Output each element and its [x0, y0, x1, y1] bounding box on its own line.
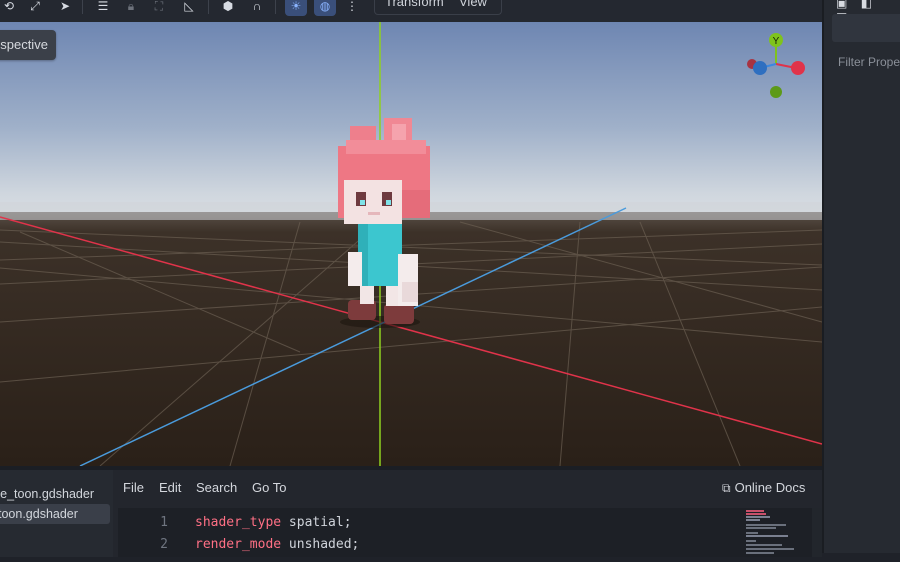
online-docs-label: Online Docs [734, 480, 806, 495]
file-item[interactable]: cube_toon.gdshader [0, 484, 110, 504]
menu-edit[interactable]: Edit [159, 480, 181, 495]
viewport-scene: Y [0, 22, 822, 466]
online-docs-link[interactable]: ⧉ Online Docs [722, 480, 805, 496]
filter-properties-input[interactable]: Filter Properties [838, 55, 900, 69]
shader-editor-panel: cube_toon.gdshader toon.gdshader File Ed… [0, 466, 822, 557]
menu-search[interactable]: Search [196, 480, 237, 495]
gizmo-y-label: Y [773, 36, 780, 47]
rotate-icon[interactable]: ⟲ [0, 0, 18, 14]
code-line: 1 shader_type spatial; [118, 512, 352, 534]
toolbar-separator [275, 0, 276, 14]
select-pointer-icon[interactable]: ➤ [56, 0, 74, 14]
gizmo-z-handle[interactable] [753, 61, 767, 75]
viewport-toolbar: ⟲ ⤢ ➤ ☰ 🔒︎ ⛶ ◺ ⬢ ∩ ☀ ◍ ⋮ Transform View [0, 0, 822, 22]
open-resource-icon[interactable]: ◧ [861, 0, 872, 10]
external-link-icon: ⧉ [722, 481, 731, 495]
code-keyword: render_mode [195, 537, 282, 552]
menu-transform[interactable]: Transform [385, 0, 444, 9]
line-number: 1 [160, 515, 168, 530]
cube-icon[interactable]: ⬢ [219, 0, 237, 14]
inspector-dock: ▣ ◧ ▤ Filter Properties [822, 0, 900, 553]
minimap-lines [746, 510, 794, 554]
group-icon[interactable]: ⛶ [150, 0, 168, 14]
menu-go-to[interactable]: Go To [252, 480, 286, 495]
file-item-label: cube_toon.gdshader [0, 487, 94, 501]
code-editor[interactable]: 1 shader_type spatial; 2 render_mode unsha… [118, 508, 812, 557]
shader-menu-bar: File Edit Search Go To ⧉ Online Docs [113, 470, 822, 504]
code-value: spatial; [288, 515, 352, 530]
toolbar-separator [208, 0, 209, 14]
lock-icon[interactable]: 🔒︎ [122, 0, 140, 14]
code-scrollbar[interactable] [812, 508, 822, 557]
menu-view[interactable]: View [459, 0, 487, 9]
move-icon[interactable]: ⤢ [26, 0, 44, 14]
perspective-button[interactable]: Perspective [0, 30, 56, 60]
sun-icon: ☀ [290, 0, 302, 13]
perspective-label: Perspective [0, 37, 48, 52]
3d-viewport[interactable]: Y Perspective [0, 22, 822, 466]
gizmo-x-handle[interactable] [791, 61, 805, 75]
code-value: unshaded; [288, 537, 360, 552]
inspector-search-box[interactable] [832, 14, 900, 42]
file-item-selected[interactable]: toon.gdshader [0, 504, 110, 524]
new-resource-icon[interactable]: ▣ [836, 0, 847, 10]
toolbar-separator [82, 0, 83, 14]
shader-file-list: cube_toon.gdshader toon.gdshader [0, 470, 113, 557]
menu-file[interactable]: File [123, 480, 144, 495]
code-minimap[interactable] [742, 508, 810, 557]
gizmo-neg-y-handle[interactable] [770, 86, 782, 98]
ruler-icon[interactable]: ◺ [180, 0, 198, 14]
globe-icon: ◍ [319, 0, 331, 13]
more-icon[interactable]: ⋮ [343, 0, 361, 14]
list-select-icon[interactable]: ☰ [94, 0, 112, 14]
code-keyword: shader_type [195, 515, 282, 530]
snap-icon[interactable]: ∩ [248, 0, 266, 14]
file-item-label: toon.gdshader [0, 507, 78, 521]
